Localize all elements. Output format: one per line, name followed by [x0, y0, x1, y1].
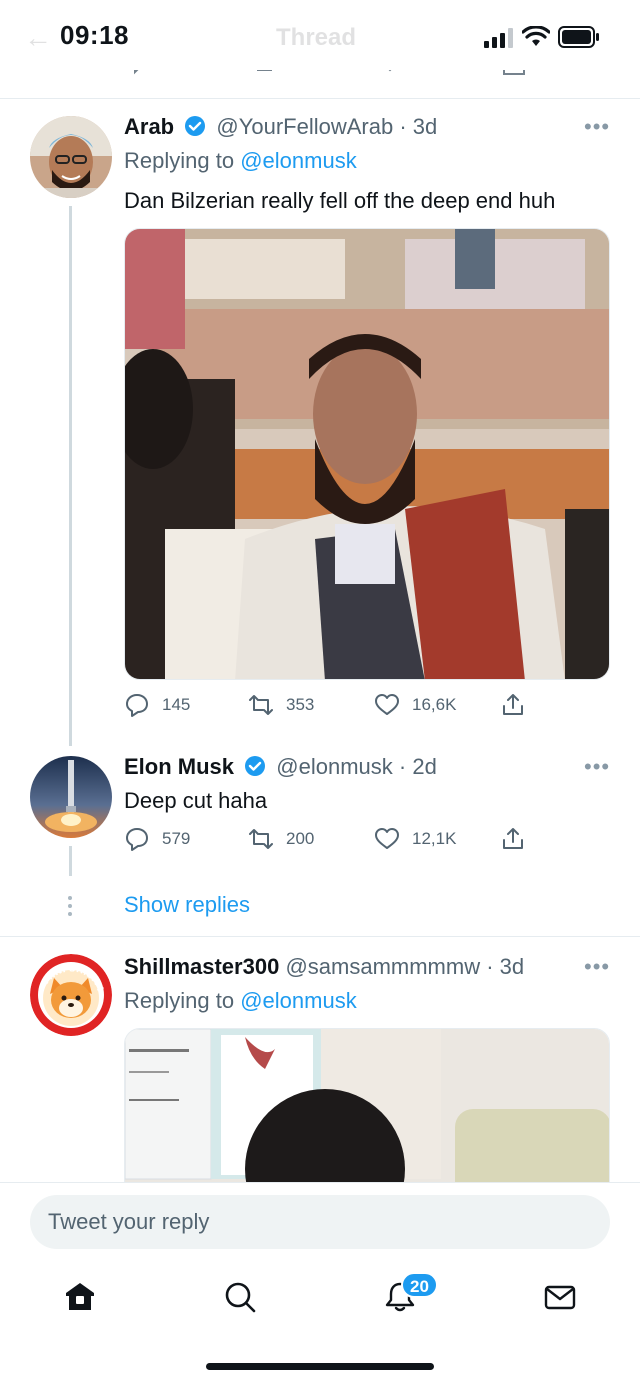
nav-messages[interactable] [530, 1267, 590, 1327]
reply-icon [126, 828, 148, 851]
retweet-button[interactable]: 200 [248, 826, 314, 852]
retweet-button[interactable]: 353 [248, 692, 314, 718]
reply-count: 579 [162, 829, 191, 848]
wifi-icon [522, 26, 550, 46]
tweet-header: Shillmaster300 @samsammmmmw · 3d [124, 954, 524, 980]
display-name[interactable]: Elon Musk [124, 754, 234, 779]
home-indicator[interactable] [206, 1363, 434, 1370]
avatar-logo: MINI SHIBA INU [30, 954, 112, 1036]
avatar[interactable] [30, 116, 112, 198]
back-arrow-icon[interactable]: ← [24, 22, 52, 54]
separator: · [399, 114, 407, 139]
notifications-badge: 20 [401, 1272, 438, 1298]
like-icon [375, 828, 399, 849]
replying-to: Replying to @elonmusk [124, 148, 357, 174]
avatar-photo [30, 116, 112, 198]
thread-line [69, 846, 72, 876]
separator: · [486, 954, 494, 979]
replying-prefix: Replying to [124, 988, 235, 1013]
share-button[interactable] [500, 692, 526, 718]
composer-placeholder: Tweet your reply [48, 1209, 210, 1234]
handle[interactable]: @samsammmmmw [285, 954, 480, 979]
more-icon[interactable]: ••• [584, 754, 610, 780]
reply-button[interactable]: 145 [124, 692, 190, 718]
thread-line [69, 206, 72, 746]
reply-count: 145 [162, 695, 191, 714]
more-icon[interactable]: ••• [584, 114, 610, 140]
header-title: Thread [276, 24, 357, 51]
like-icon [375, 694, 399, 715]
tweet-text: Dan Bilzerian really fell off the deep e… [124, 188, 556, 213]
retweet-count: 353 [286, 695, 315, 714]
status-bar: ← Thread 09:18 [0, 0, 640, 70]
like-count: 16,6K [412, 695, 457, 714]
tweet-actions: 579 200 12,1K [124, 826, 610, 856]
avatar[interactable] [30, 756, 112, 838]
show-replies-link[interactable]: Show replies [124, 892, 250, 918]
bottom-bar: Tweet your reply [0, 1182, 640, 1384]
retweet-icon [249, 829, 273, 849]
like-button[interactable]: 16,6K [374, 692, 456, 718]
signal-icon [484, 28, 513, 48]
display-name[interactable]: Shillmaster300 [124, 954, 279, 979]
separator: · [398, 754, 407, 779]
tweet-photo [125, 229, 609, 679]
reply-icon [126, 694, 148, 717]
like-button[interactable]: 12,1K [374, 826, 456, 852]
share-button[interactable] [500, 826, 526, 852]
handle[interactable]: @elonmusk [276, 754, 393, 779]
timestamp[interactable]: 2d [412, 754, 436, 779]
like-count: 12,1K [412, 829, 457, 848]
more-icon[interactable]: ••• [584, 954, 610, 980]
display-name[interactable]: Arab [124, 114, 174, 139]
search-icon [225, 1282, 256, 1313]
tweet-text: Deep cut haha [124, 788, 268, 813]
nav-home[interactable] [50, 1267, 110, 1327]
mention-link[interactable]: @elonmusk [240, 988, 357, 1013]
tweet-header: Elon Musk @elonmusk · 2d [124, 754, 437, 780]
share-icon [503, 694, 523, 715]
mention-link[interactable]: @elonmusk [240, 148, 357, 173]
handle[interactable]: @YourFellowArab [216, 114, 393, 139]
avatar[interactable]: MINI SHIBA INU [30, 954, 112, 1036]
mail-icon [544, 1285, 576, 1310]
replying-to: Replying to @elonmusk [124, 988, 357, 1014]
bottom-nav [0, 1267, 640, 1327]
tweet-image[interactable] [124, 228, 610, 680]
retweet-count: 200 [286, 829, 315, 848]
battery-icon [558, 26, 599, 48]
tweet-header: Arab @YourFellowArab · 3d [124, 114, 437, 140]
reply-button[interactable]: 579 [124, 826, 190, 852]
timestamp[interactable]: 3d [500, 954, 524, 979]
divider [0, 936, 640, 937]
timestamp[interactable]: 3d [413, 114, 437, 139]
home-icon [66, 1283, 94, 1310]
replying-prefix: Replying to [124, 148, 235, 173]
nav-search[interactable] [210, 1267, 270, 1327]
share-icon [503, 828, 523, 849]
more-replies-dots [68, 896, 74, 920]
status-time: 09:18 [60, 20, 129, 50]
retweet-icon [249, 695, 273, 715]
avatar-photo [30, 756, 112, 838]
divider [0, 98, 640, 99]
verified-icon [185, 116, 206, 136]
verified-icon [245, 756, 266, 776]
tweet-actions: 145 353 16,6K [124, 692, 610, 722]
reply-composer[interactable]: Tweet your reply [30, 1195, 610, 1249]
